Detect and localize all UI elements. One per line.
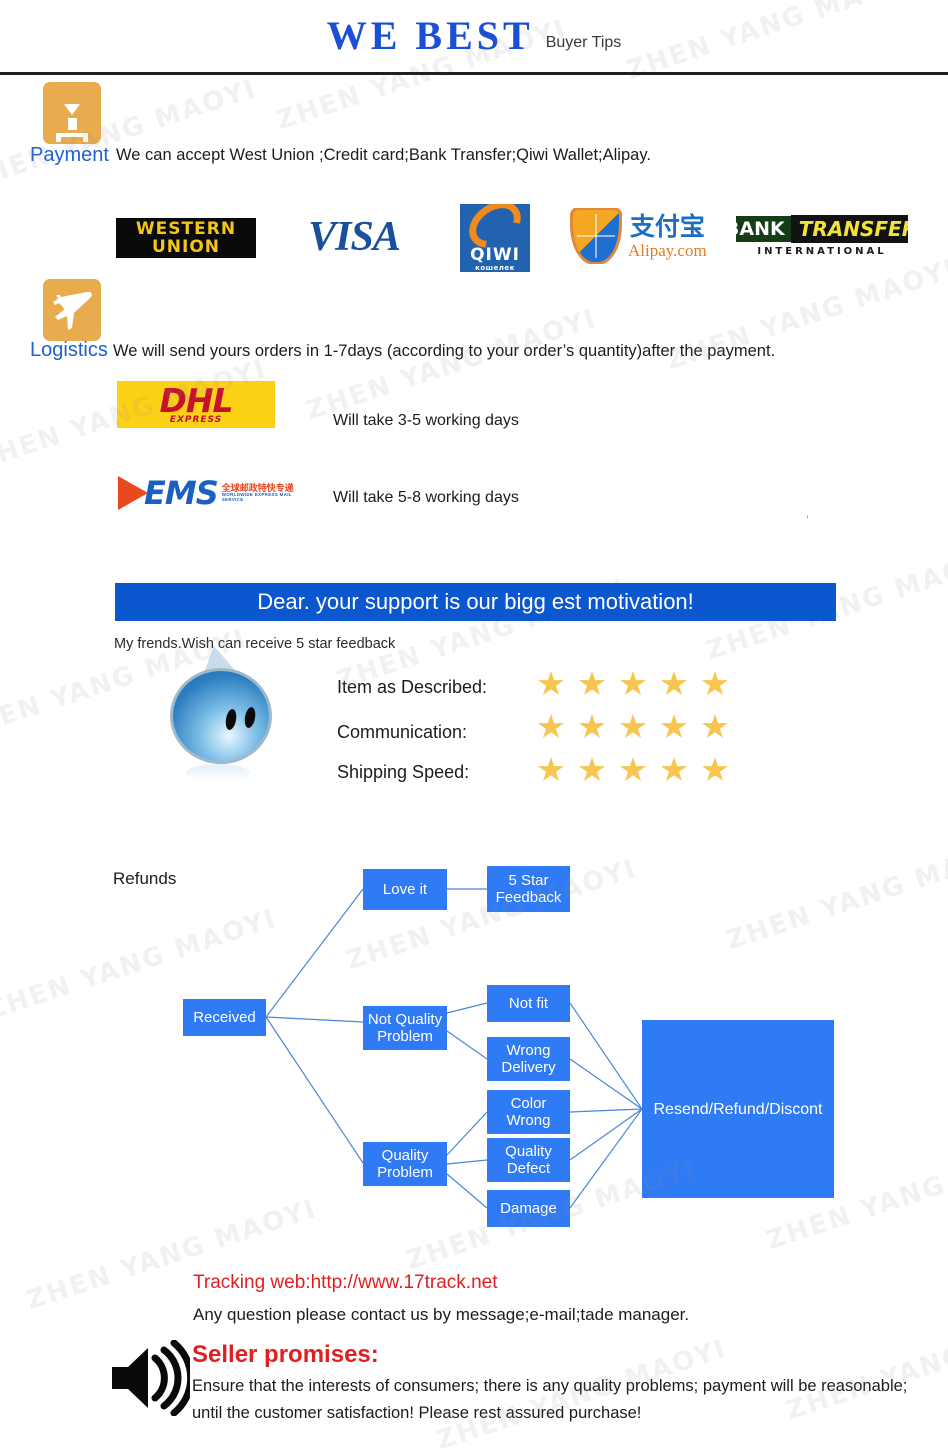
support-banner: Dear. your support is our bigg est motiv… [115, 583, 836, 621]
flow-node-quality-defect[interactable]: Quality Defect [487, 1138, 570, 1182]
flow-node-quality-problem[interactable]: Quality Problem [363, 1142, 447, 1186]
flow-node-not-fit[interactable]: Not fit [487, 985, 570, 1022]
support-banner-text: Dear. your support is our bigg est motiv… [257, 589, 694, 614]
flow-node-resend-refund-discount[interactable]: Resend/Refund/Discont [642, 1020, 834, 1198]
buyer-tips-page: ZHEN YANG MAOYI ZHEN YANG MAOYI ZHEN YAN… [0, 0, 948, 1454]
flow-node-received[interactable]: Received [183, 999, 266, 1036]
flow-node-damage[interactable]: Damage [487, 1190, 570, 1227]
brand-title: WE BEST [326, 13, 534, 58]
page-header: WE BEST Buyer Tips [0, 0, 948, 75]
flow-node-not-quality-problem[interactable]: Not Quality Problem [363, 1006, 447, 1050]
flow-node-wrong-delivery[interactable]: Wrong Delivery [487, 1037, 570, 1081]
flow-node-five-star-feedback[interactable]: 5 Star Feedback [487, 866, 570, 912]
refunds-flow-connectors [265, 888, 643, 1209]
page-subtitle: Buyer Tips [545, 34, 622, 51]
flow-node-color-wrong[interactable]: Color Wrong [487, 1090, 570, 1134]
flow-node-love-it[interactable]: Love it [363, 869, 447, 910]
